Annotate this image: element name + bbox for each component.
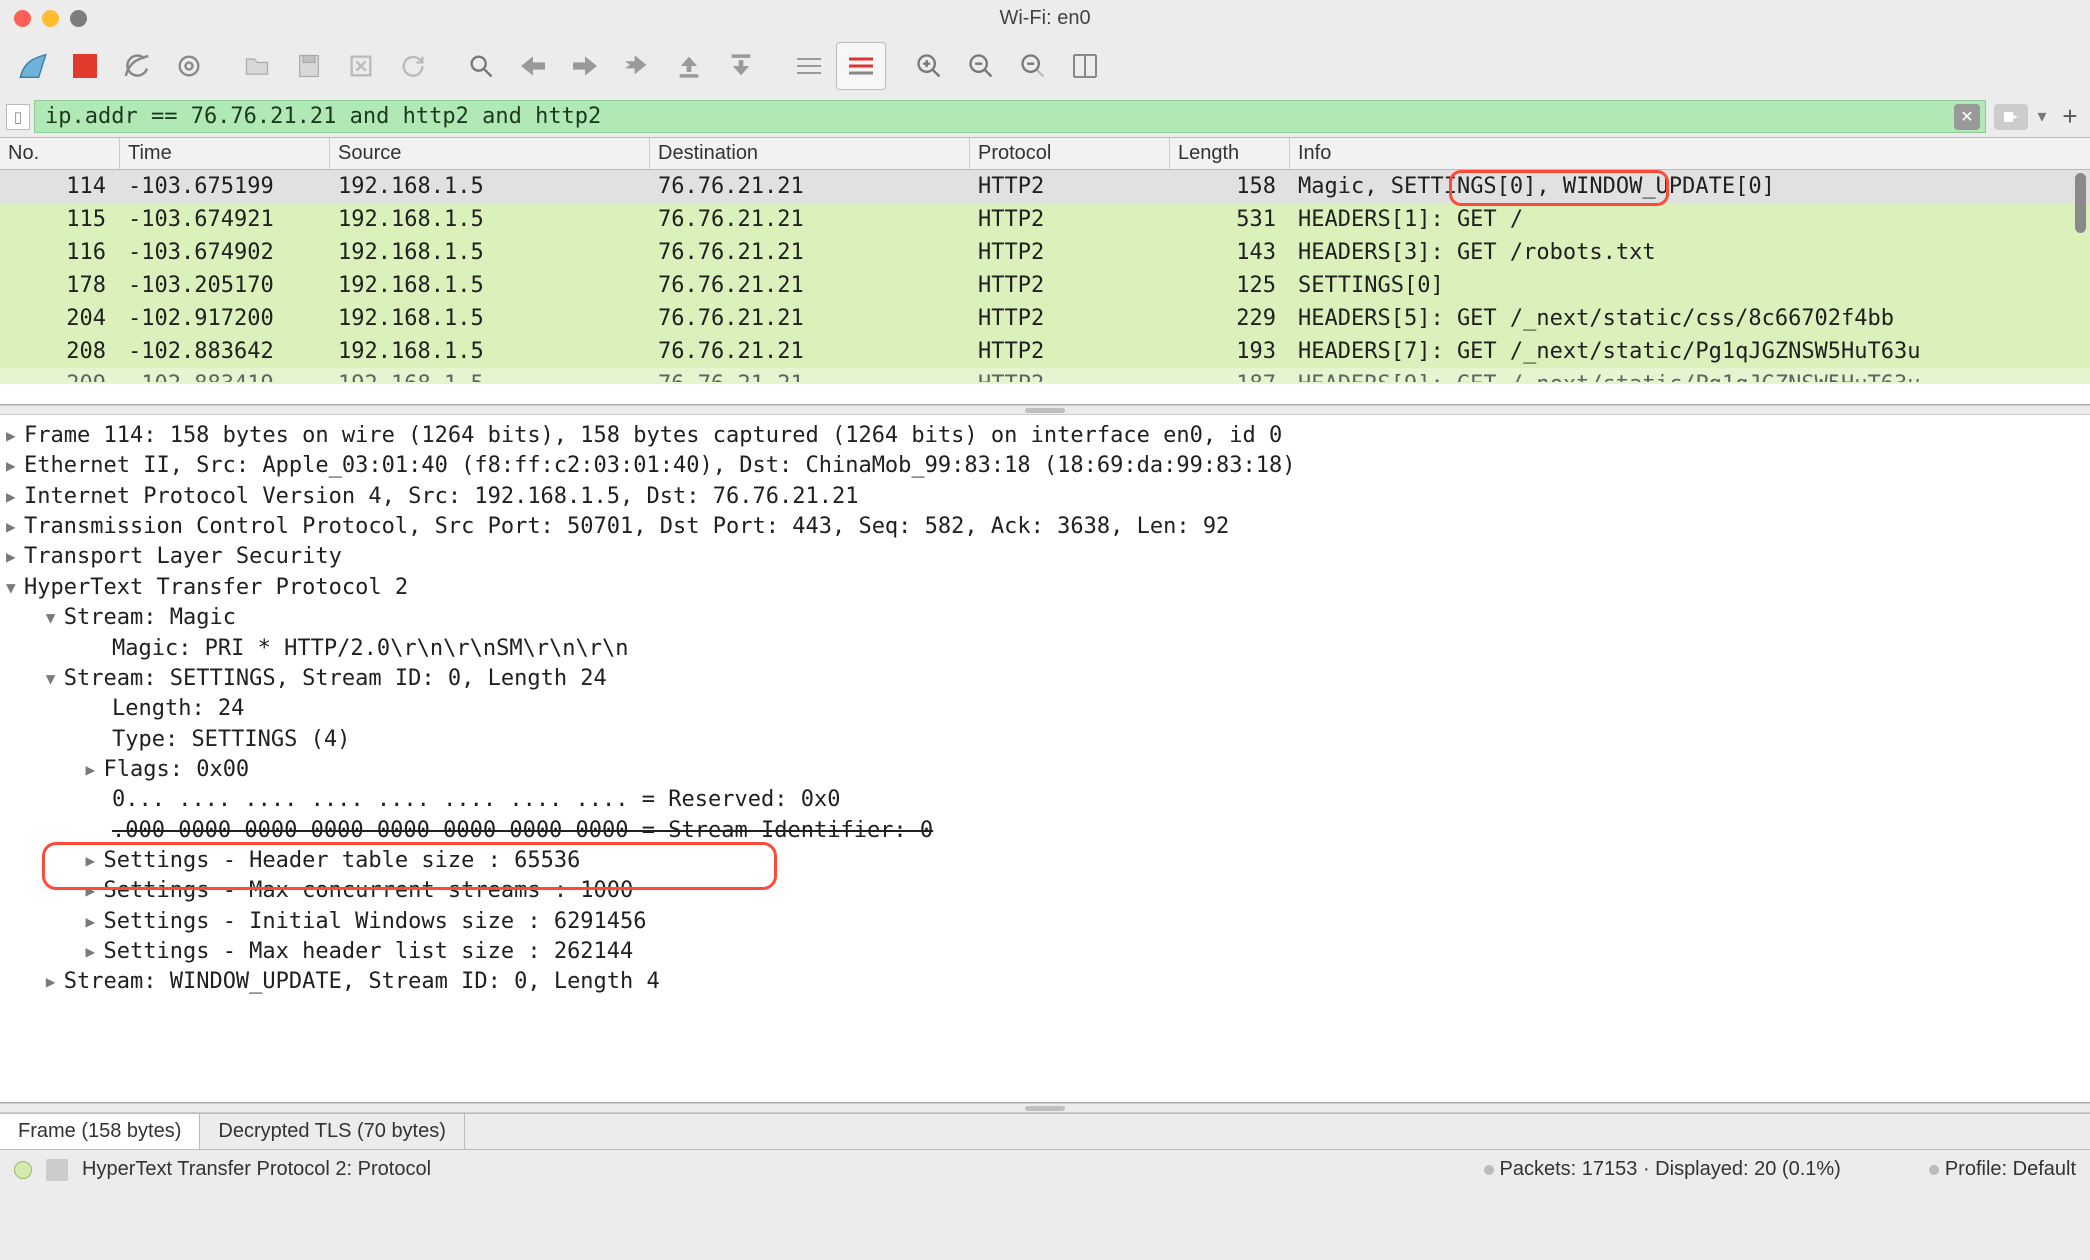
display-filter-input[interactable]: ip.addr == 76.76.21.21 and http2 and htt… xyxy=(34,100,1986,133)
stop-capture-button[interactable] xyxy=(60,42,110,90)
tree-stream-wu[interactable]: Stream: WINDOW_UPDATE, Stream ID: 0, Len… xyxy=(6,967,2084,997)
close-icon[interactable] xyxy=(14,10,31,27)
status-field-info: HyperText Transfer Protocol 2: Protocol xyxy=(82,1158,431,1181)
go-back-button[interactable] xyxy=(508,42,558,90)
reload-file-button[interactable] xyxy=(388,42,438,90)
tree-settings-mhls[interactable]: Settings - Max header list size : 262144 xyxy=(6,937,2084,967)
display-filter-bar: ▯ ip.addr == 76.76.21.21 and http2 and h… xyxy=(0,96,2090,137)
apply-filter-button[interactable] xyxy=(1994,104,2028,130)
tree-stream-settings[interactable]: Stream: SETTINGS, Stream ID: 0, Length 2… xyxy=(6,664,2084,694)
titlebar: Wi-Fi: en0 xyxy=(0,0,2090,36)
main-toolbar xyxy=(0,36,2090,96)
packet-list[interactable]: 114-103.675199192.168.1.576.76.21.21HTTP… xyxy=(0,170,2090,405)
go-last-button[interactable] xyxy=(716,42,766,90)
scrollbar-thumb[interactable] xyxy=(2075,173,2086,233)
zoom-out-button[interactable] xyxy=(956,42,1006,90)
col-length[interactable]: Length xyxy=(1170,138,1290,169)
tab-frame-bytes[interactable]: Frame (158 bytes) xyxy=(0,1114,200,1149)
edit-preferences-icon[interactable] xyxy=(46,1159,68,1181)
tree-settings-sid[interactable]: .000 0000 0000 0000 0000 0000 0000 0000 … xyxy=(6,816,2084,846)
tree-http2[interactable]: HyperText Transfer Protocol 2 xyxy=(6,573,2084,603)
capture-options-button[interactable] xyxy=(164,42,214,90)
status-packet-count: Packets: 17153 · Displayed: 20 (0.1%) xyxy=(1500,1158,1841,1180)
col-source[interactable]: Source xyxy=(330,138,650,169)
open-file-button[interactable] xyxy=(232,42,282,90)
tab-decrypted-tls[interactable]: Decrypted TLS (70 bytes) xyxy=(200,1114,465,1149)
restart-capture-button[interactable] xyxy=(112,42,162,90)
col-info[interactable]: Info xyxy=(1290,138,2090,169)
packet-row[interactable]: 204-102.917200192.168.1.576.76.21.21HTTP… xyxy=(0,302,2090,335)
find-packet-button[interactable] xyxy=(456,42,506,90)
filter-history-dropdown[interactable]: ▾ xyxy=(2032,106,2052,127)
auto-scroll-button[interactable] xyxy=(784,42,834,90)
packet-row[interactable]: 114-103.675199192.168.1.576.76.21.21HTTP… xyxy=(0,170,2090,203)
bookmark-filter-icon[interactable]: ▯ xyxy=(6,104,30,130)
go-forward-button[interactable] xyxy=(560,42,610,90)
tree-ip[interactable]: Internet Protocol Version 4, Src: 192.16… xyxy=(6,482,2084,512)
packet-row[interactable]: 115-103.674921192.168.1.576.76.21.21HTTP… xyxy=(0,203,2090,236)
tree-settings-mcs[interactable]: Settings - Max concurrent streams : 1000 xyxy=(6,876,2084,906)
tree-settings-flags[interactable]: Flags: 0x00 xyxy=(6,755,2084,785)
tree-frame[interactable]: Frame 114: 158 bytes on wire (1264 bits)… xyxy=(6,421,2084,451)
packet-row[interactable]: 178-103.205170192.168.1.576.76.21.21HTTP… xyxy=(0,269,2090,302)
clear-filter-button[interactable]: ✕ xyxy=(1954,104,1980,130)
col-dest[interactable]: Destination xyxy=(650,138,970,169)
zoom-in-button[interactable] xyxy=(904,42,954,90)
go-first-button[interactable] xyxy=(664,42,714,90)
horizontal-splitter[interactable] xyxy=(0,405,2090,415)
go-to-packet-button[interactable] xyxy=(612,42,662,90)
maximize-icon[interactable] xyxy=(70,10,87,27)
horizontal-splitter[interactable] xyxy=(0,1103,2090,1113)
add-filter-button[interactable]: + xyxy=(2056,101,2084,132)
zoom-reset-button[interactable] xyxy=(1008,42,1058,90)
tree-settings-type[interactable]: Type: SETTINGS (4) xyxy=(6,725,2084,755)
packet-row[interactable]: 208-102.883642192.168.1.576.76.21.21HTTP… xyxy=(0,335,2090,368)
status-dot-icon xyxy=(1484,1165,1494,1175)
col-protocol[interactable]: Protocol xyxy=(970,138,1170,169)
packet-row[interactable]: 209-102.883419192.168.1.576.76.21.21HTTP… xyxy=(0,368,2090,384)
tree-settings-reserved[interactable]: 0... .... .... .... .... .... .... .... … xyxy=(6,785,2084,815)
tree-settings-length[interactable]: Length: 24 xyxy=(6,694,2084,724)
col-time[interactable]: Time xyxy=(120,138,330,169)
statusbar: HyperText Transfer Protocol 2: Protocol … xyxy=(0,1149,2090,1189)
packet-details[interactable]: Frame 114: 158 bytes on wire (1264 bits)… xyxy=(0,415,2090,1103)
tree-tls[interactable]: Transport Layer Security xyxy=(6,542,2084,572)
status-dot-icon xyxy=(1929,1165,1939,1175)
colorize-button[interactable] xyxy=(836,42,886,90)
bytes-pane-tabs: Frame (158 bytes) Decrypted TLS (70 byte… xyxy=(0,1113,2090,1149)
packet-list-header: No. Time Source Destination Protocol Len… xyxy=(0,137,2090,170)
save-file-button[interactable] xyxy=(284,42,334,90)
expert-info-icon[interactable] xyxy=(14,1161,32,1179)
resize-columns-button[interactable] xyxy=(1060,42,1110,90)
minimize-icon[interactable] xyxy=(42,10,59,27)
shark-fin-icon[interactable] xyxy=(8,42,58,90)
status-profile[interactable]: Profile: Default xyxy=(1945,1158,2076,1180)
window-title: Wi-Fi: en0 xyxy=(12,7,2078,30)
tree-settings-hts[interactable]: Settings - Header table size : 65536 xyxy=(6,846,2084,876)
tree-eth[interactable]: Ethernet II, Src: Apple_03:01:40 (f8:ff:… xyxy=(6,451,2084,481)
packet-row[interactable]: 116-103.674902192.168.1.576.76.21.21HTTP… xyxy=(0,236,2090,269)
tree-tcp[interactable]: Transmission Control Protocol, Src Port:… xyxy=(6,512,2084,542)
tree-stream-magic[interactable]: Stream: Magic xyxy=(6,603,2084,633)
col-no[interactable]: No. xyxy=(0,138,120,169)
tree-settings-iws[interactable]: Settings - Initial Windows size : 629145… xyxy=(6,907,2084,937)
close-file-button[interactable] xyxy=(336,42,386,90)
window-controls xyxy=(14,10,87,27)
tree-magic-line[interactable]: Magic: PRI * HTTP/2.0\r\n\r\nSM\r\n\r\n xyxy=(6,634,2084,664)
